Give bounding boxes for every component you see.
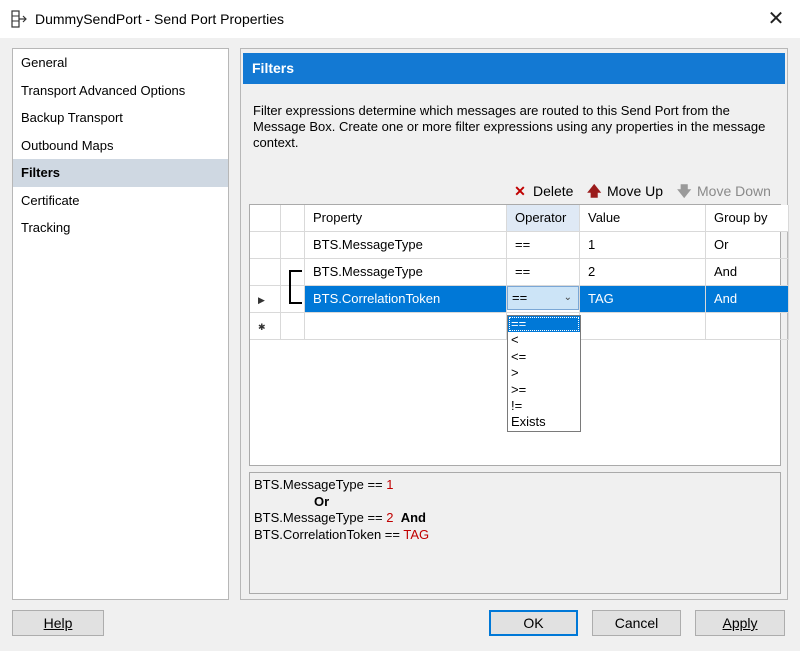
table-row[interactable]: BTS.MessageType == 2 And bbox=[250, 259, 789, 286]
nav-item-outbound-maps[interactable]: Outbound Maps bbox=[13, 132, 228, 160]
grid-header-row: Property Operator Value Group by bbox=[250, 205, 789, 232]
operator-combo[interactable]: == ⌄ bbox=[507, 286, 579, 310]
operator-dropdown-list[interactable]: == < <= > >= != Exists bbox=[507, 315, 581, 432]
cell-operator[interactable]: == bbox=[507, 259, 580, 286]
expression-line: BTS.MessageType == 2 And bbox=[254, 510, 776, 527]
window-title: DummySendPort - Send Port Properties bbox=[35, 11, 284, 27]
sidebar-nav: General Transport Advanced Options Backu… bbox=[12, 48, 229, 600]
move-up-button[interactable]: 🡅 Move Up bbox=[587, 182, 663, 200]
cell-property[interactable]: BTS.CorrelationToken bbox=[305, 286, 507, 313]
apply-button[interactable]: Apply bbox=[695, 610, 785, 636]
expr-operator: == bbox=[363, 477, 387, 492]
dialog-client: General Transport Advanced Options Backu… bbox=[0, 38, 800, 651]
header-operator[interactable]: Operator bbox=[507, 205, 580, 232]
nav-item-transport-advanced[interactable]: Transport Advanced Options bbox=[13, 77, 228, 105]
expr-group-op: And bbox=[400, 510, 426, 525]
cell-group-by[interactable] bbox=[706, 313, 789, 340]
cell-value[interactable] bbox=[580, 313, 706, 340]
nav-item-backup-transport[interactable]: Backup Transport bbox=[13, 104, 228, 132]
cell-property[interactable]: BTS.MessageType bbox=[305, 259, 507, 286]
operator-combo-value: == bbox=[512, 290, 528, 305]
cell-value[interactable]: TAG bbox=[580, 286, 706, 313]
move-up-label: Move Up bbox=[607, 183, 664, 199]
row-header[interactable]: ▶ bbox=[250, 286, 281, 313]
expression-line: BTS.MessageType == 1 bbox=[254, 477, 776, 494]
delete-x-icon: ✕ bbox=[514, 183, 526, 199]
expr-operator: == bbox=[381, 526, 404, 542]
apply-label: Apply bbox=[722, 615, 758, 631]
nav-item-tracking[interactable]: Tracking bbox=[13, 214, 228, 242]
dropdown-option[interactable]: > bbox=[508, 365, 580, 381]
new-row-star-icon: ✱ bbox=[258, 322, 266, 332]
expr-value: TAG bbox=[403, 526, 430, 542]
cell-value[interactable]: 1 bbox=[580, 232, 706, 259]
header-property[interactable]: Property bbox=[305, 205, 507, 232]
dropdown-option[interactable]: < bbox=[508, 332, 580, 348]
cancel-button[interactable]: Cancel bbox=[592, 610, 681, 636]
expression-line: Or bbox=[254, 494, 776, 511]
current-row-arrow-icon: ▶ bbox=[258, 295, 265, 305]
send-port-icon bbox=[11, 10, 27, 28]
arrow-up-icon: 🡅 bbox=[587, 183, 602, 199]
row-header[interactable]: ✱ bbox=[250, 313, 281, 340]
dropdown-option[interactable]: Exists bbox=[508, 414, 580, 430]
row-header[interactable] bbox=[250, 232, 281, 259]
cell-property[interactable]: BTS.MessageType bbox=[305, 232, 507, 259]
group-gutter bbox=[281, 232, 305, 259]
panel-description: Filter expressions determine which messa… bbox=[253, 103, 766, 150]
dropdown-option[interactable]: != bbox=[508, 398, 580, 414]
table-row[interactable]: BTS.MessageType == 1 Or bbox=[250, 232, 789, 259]
move-down-button[interactable]: 🡇 Move Down bbox=[677, 182, 771, 200]
expr-operator: == bbox=[363, 510, 387, 525]
header-value[interactable]: Value bbox=[580, 205, 706, 232]
nav-item-filters[interactable]: Filters bbox=[13, 159, 228, 187]
cell-value[interactable]: 2 bbox=[580, 259, 706, 286]
cell-property[interactable] bbox=[305, 313, 507, 340]
nav-item-certificate[interactable]: Certificate bbox=[13, 187, 228, 215]
chevron-down-icon[interactable]: ⌄ bbox=[564, 287, 572, 309]
close-icon[interactable]: ✕ bbox=[760, 4, 792, 34]
help-label: Help bbox=[43, 615, 73, 631]
arrow-down-icon: 🡇 bbox=[677, 183, 692, 199]
expr-value: 1 bbox=[386, 477, 394, 492]
cell-group-by[interactable]: Or bbox=[706, 232, 789, 259]
header-corner bbox=[250, 205, 281, 232]
cell-operator[interactable]: == ⌄ bbox=[507, 286, 580, 313]
help-button[interactable]: Help bbox=[12, 610, 104, 636]
delete-label: Delete bbox=[533, 183, 574, 199]
move-down-label: Move Down bbox=[697, 183, 771, 199]
panel-title: Filters bbox=[243, 53, 785, 84]
group-bracket-icon bbox=[289, 270, 302, 304]
dropdown-option[interactable]: >= bbox=[508, 382, 580, 398]
expr-property: BTS.MessageType bbox=[254, 477, 364, 492]
nav-item-general[interactable]: General bbox=[13, 49, 228, 77]
expression-preview: BTS.MessageType == 1 Or BTS.MessageType … bbox=[249, 472, 781, 594]
expr-property: BTS.CorrelationToken bbox=[254, 526, 382, 542]
group-gutter bbox=[281, 313, 305, 340]
title-bar: DummySendPort - Send Port Properties ✕ bbox=[0, 0, 800, 38]
expr-property: BTS.MessageType bbox=[254, 510, 364, 525]
expr-group-op: Or bbox=[314, 493, 330, 509]
cell-group-by[interactable]: And bbox=[706, 286, 789, 313]
header-group-gutter bbox=[281, 205, 305, 232]
header-group-by[interactable]: Group by bbox=[706, 205, 789, 232]
delete-button[interactable]: ✕ Delete bbox=[513, 182, 573, 200]
dropdown-option[interactable]: == bbox=[508, 316, 580, 333]
row-header[interactable] bbox=[250, 259, 281, 286]
expression-line: BTS.CorrelationToken == TAG bbox=[254, 527, 776, 544]
ok-button[interactable]: OK bbox=[489, 610, 578, 636]
filters-panel: Filters Filter expressions determine whi… bbox=[240, 48, 789, 600]
cell-operator[interactable]: == bbox=[507, 232, 580, 259]
cell-group-by[interactable]: And bbox=[706, 259, 789, 286]
dropdown-option[interactable]: <= bbox=[508, 349, 580, 365]
table-row-selected[interactable]: ▶ BTS.CorrelationToken == ⌄ TAG And bbox=[250, 286, 789, 313]
